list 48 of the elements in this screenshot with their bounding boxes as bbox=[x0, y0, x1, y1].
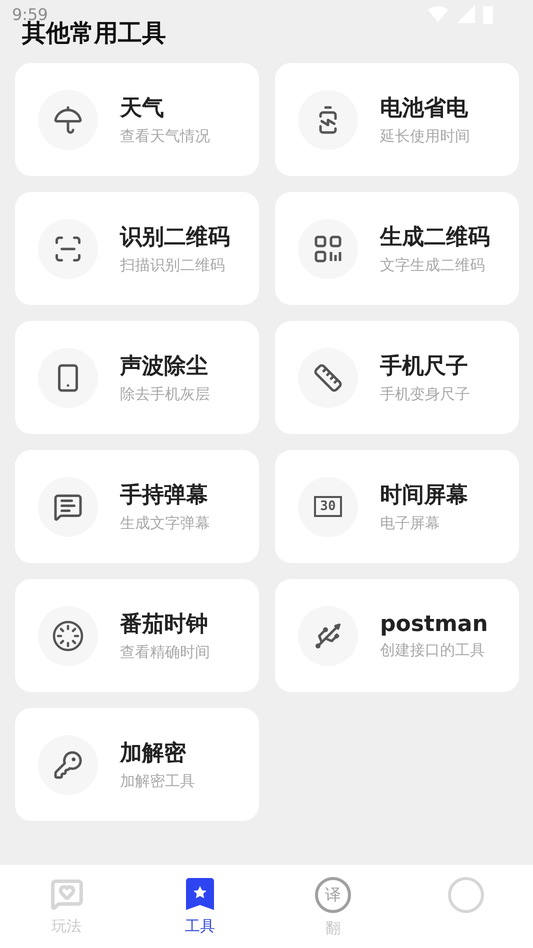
tool-description: 扫描识别二维码 bbox=[120, 256, 226, 275]
key-icon bbox=[53, 750, 83, 780]
nav-tab[interactable]: 工具 bbox=[133, 865, 266, 948]
tool-description: 文字生成二维码 bbox=[380, 256, 486, 275]
tool-card[interactable]: 加解密 加解密工具 bbox=[15, 708, 259, 821]
tool-card[interactable]: postman 创建接口的工具 bbox=[275, 579, 519, 692]
tool-name: 手持弹幕 bbox=[120, 482, 209, 510]
tab-label: 工具 bbox=[184, 917, 215, 936]
tool-description: 创建接口的工具 bbox=[380, 640, 486, 660]
message-icon bbox=[53, 492, 83, 522]
tool-card[interactable]: 电池省电 延长使用时间 bbox=[275, 63, 519, 176]
tool-description: 查看天气情况 bbox=[120, 127, 210, 146]
tool-card[interactable]: 番茄时钟 查看精确时间 bbox=[15, 579, 259, 692]
umbrella-icon bbox=[53, 104, 83, 134]
tool-card[interactable]: 手持弹幕 生成文字弹幕 bbox=[15, 450, 259, 563]
tool-description: 加解密工具 bbox=[120, 772, 195, 791]
tool-card[interactable]: 天气 查看天气情况 bbox=[15, 63, 259, 176]
tool-name: 加解密 bbox=[120, 740, 187, 768]
tool-card[interactable]: 声波除尘 除去手机灰层 bbox=[15, 321, 259, 434]
tool-description: 电子屏幕 bbox=[380, 514, 441, 533]
scan-icon bbox=[53, 234, 83, 264]
circle-icon bbox=[448, 877, 484, 913]
tool-name: postman bbox=[380, 612, 488, 636]
tool-name: 天气 bbox=[120, 95, 165, 123]
tool-description: 查看精确时间 bbox=[120, 643, 210, 662]
tool-description: 延长使用时间 bbox=[380, 127, 470, 146]
tool-card[interactable]: 识别二维码 扫描识别二维码 bbox=[15, 192, 259, 305]
tool-card[interactable]: 生成二维码 文字生成二维码 bbox=[275, 192, 519, 305]
tool-card[interactable]: 30 时间屏幕 电子屏幕 bbox=[275, 450, 519, 563]
tool-description: 手机变身尺子 bbox=[380, 385, 470, 404]
tool-name: 识别二维码 bbox=[120, 224, 230, 252]
tool-description: 生成文字弹幕 bbox=[120, 514, 210, 533]
ruler-icon bbox=[313, 362, 343, 392]
bookmark-star-icon bbox=[184, 877, 216, 911]
tool-name: 生成二维码 bbox=[380, 224, 490, 252]
grid-icon bbox=[314, 234, 342, 262]
calendar-icon: 30 bbox=[314, 496, 342, 517]
tool-card[interactable]: 手机尺子 手机变身尺子 bbox=[275, 321, 519, 434]
tool-name: 时间屏幕 bbox=[380, 482, 468, 510]
tool-name: 电池省电 bbox=[380, 95, 469, 123]
usb-icon bbox=[313, 620, 343, 650]
dial-icon bbox=[52, 620, 84, 652]
tool-name: 声波除尘 bbox=[120, 353, 209, 381]
tool-description: 除去手机灰层 bbox=[120, 385, 210, 404]
heart-icon bbox=[50, 877, 84, 911]
translate-icon: 译 bbox=[315, 877, 352, 913]
tool-name: 番茄时钟 bbox=[120, 611, 209, 639]
tool-name: 手机尺子 bbox=[380, 353, 469, 381]
